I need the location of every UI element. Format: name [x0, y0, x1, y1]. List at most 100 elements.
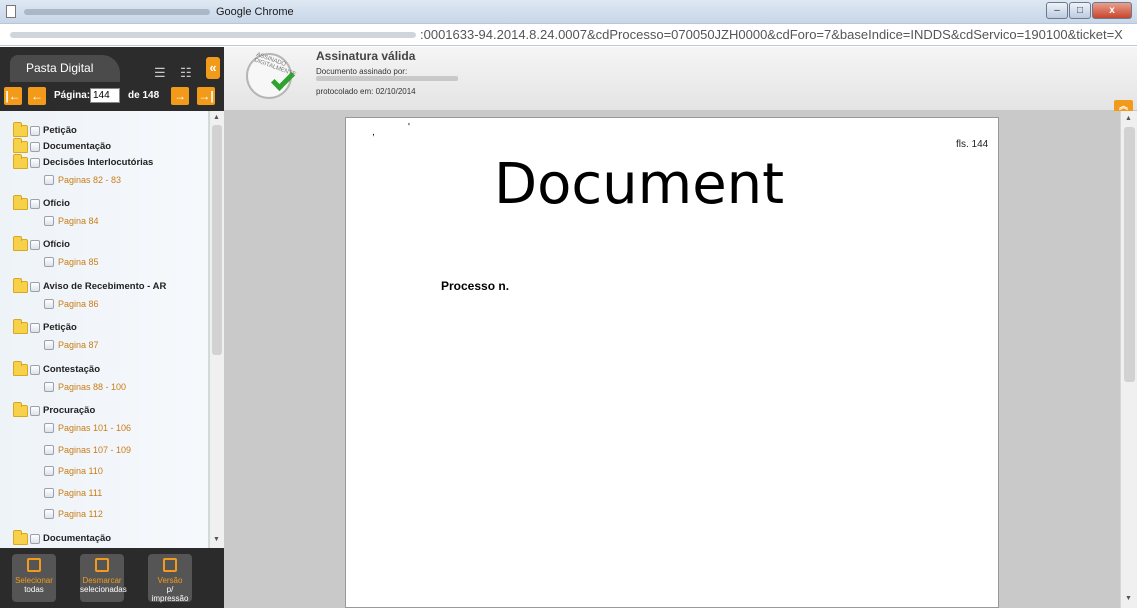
- scroll-down-icon[interactable]: ▼: [213, 536, 220, 543]
- document-viewer: , ' fls. 144 Document Processo n.: [224, 111, 1120, 608]
- folder-checkbox[interactable]: [30, 142, 40, 152]
- folder-icon: [13, 195, 28, 210]
- leaf-link[interactable]: Pagina 111: [58, 488, 102, 498]
- leaf-link[interactable]: Pagina 110: [58, 466, 103, 476]
- folder-checkbox[interactable]: [30, 282, 40, 292]
- folder-icon: [13, 122, 28, 137]
- folder-checkbox[interactable]: [30, 158, 40, 168]
- signer-label: Documento assinado por:: [316, 67, 408, 76]
- leaf-link[interactable]: Pagina 86: [58, 299, 99, 309]
- folder-checkbox[interactable]: [30, 365, 40, 375]
- leaf-checkbox[interactable]: [44, 175, 54, 185]
- button-label: selecionadas: [80, 585, 127, 594]
- button-label: Desmarcar: [82, 576, 122, 585]
- url-redacted: [10, 32, 416, 38]
- leaf-link[interactable]: Pagina 85: [58, 257, 99, 267]
- address-bar[interactable]: :0001633-94.2014.8.24.0007&cdProcesso=07…: [0, 24, 1137, 46]
- last-page-button[interactable]: →|: [197, 87, 215, 105]
- scroll-down-icon[interactable]: ▼: [1125, 595, 1132, 602]
- scroll-up-icon[interactable]: ▲: [1125, 115, 1132, 122]
- leaf-checkbox[interactable]: [44, 423, 54, 433]
- leaf-checkbox[interactable]: [44, 299, 54, 309]
- viewer-scroll-thumb[interactable]: [1124, 127, 1135, 382]
- signature-status: Assinatura válida: [316, 49, 416, 63]
- page-mark: ': [408, 122, 410, 133]
- folder-icon: [13, 138, 28, 153]
- viewer-scrollbar[interactable]: ▲ ▼: [1120, 111, 1137, 608]
- leaf-link[interactable]: Paginas 82 - 83: [58, 175, 121, 185]
- folder-checkbox[interactable]: [30, 406, 40, 416]
- leaf-link[interactable]: Pagina 87: [58, 340, 99, 350]
- folder-icon: [13, 361, 28, 376]
- document-tree: Petição Documentação Decisões Interlocut…: [0, 111, 209, 548]
- folder-checkbox[interactable]: [30, 126, 40, 136]
- page-mark: ,: [372, 127, 375, 138]
- minimize-button[interactable]: –: [1046, 2, 1068, 19]
- process-label: Processo n.: [441, 279, 510, 293]
- folder-label[interactable]: Petição: [43, 322, 77, 333]
- browser-title-bar: Google Chrome – □ x: [0, 0, 1137, 24]
- folder-label[interactable]: Contestação: [43, 364, 100, 375]
- leaf-checkbox[interactable]: [44, 509, 54, 519]
- signer-redacted: [316, 76, 458, 81]
- collapse-sidebar-button[interactable]: «: [206, 57, 220, 79]
- maximize-button[interactable]: □: [1069, 2, 1091, 19]
- deselect-button[interactable]: Desmarcar selecionadas: [80, 554, 127, 602]
- page-total-label: de 148: [128, 90, 160, 101]
- button-label: p/ impressão: [151, 585, 189, 603]
- page-number-input[interactable]: [90, 88, 120, 103]
- detail-list-icon[interactable]: ☷: [180, 66, 202, 79]
- tree-scroll-thumb[interactable]: [212, 125, 222, 355]
- folder-icon: [13, 402, 28, 417]
- tab-title-redacted: [24, 9, 210, 15]
- folder-icon: [13, 278, 28, 293]
- leaf-checkbox[interactable]: [44, 216, 54, 226]
- leaf-checkbox[interactable]: [44, 466, 54, 476]
- print-version-button[interactable]: Versão p/ impressão: [148, 554, 192, 603]
- folder-label[interactable]: Decisões Interlocutórias: [43, 157, 153, 168]
- button-label: Selecionar: [15, 576, 53, 585]
- checkbox-checked-icon: [27, 558, 41, 572]
- leaf-checkbox[interactable]: [44, 488, 54, 498]
- signature-info-bar: ASSINADO DIGITALMENTE Assinatura válida …: [224, 47, 1137, 112]
- leaf-link[interactable]: Pagina 84: [58, 216, 99, 226]
- folder-checkbox[interactable]: [30, 323, 40, 333]
- tab-pasta-digital[interactable]: Pasta Digital: [10, 55, 120, 82]
- leaf-checkbox[interactable]: [44, 257, 54, 267]
- folder-label[interactable]: Petição: [43, 125, 77, 136]
- tree-scrollbar[interactable]: ▲ ▼: [209, 111, 224, 548]
- next-page-button[interactable]: →: [171, 87, 189, 105]
- digital-seal-icon: ASSINADO DIGITALMENTE: [246, 52, 297, 99]
- button-label: todas: [24, 585, 44, 594]
- folder-icon: [13, 154, 28, 169]
- leaf-checkbox[interactable]: [44, 340, 54, 350]
- url-text[interactable]: :0001633-94.2014.8.24.0007&cdProcesso=07…: [420, 27, 1123, 42]
- document-page: , ' fls. 144 Document Processo n.: [345, 117, 999, 608]
- folder-label[interactable]: Ofício: [43, 198, 70, 209]
- leaf-link[interactable]: Paginas 101 - 106: [58, 423, 131, 433]
- leaf-checkbox[interactable]: [44, 382, 54, 392]
- leaf-link[interactable]: Paginas 107 - 109: [58, 445, 131, 455]
- folder-label[interactable]: Documentação: [43, 141, 111, 152]
- folder-checkbox[interactable]: [30, 534, 40, 544]
- button-label: Versão: [157, 576, 183, 585]
- leaf-link[interactable]: Pagina 112: [58, 509, 103, 519]
- prev-page-button[interactable]: ←: [28, 87, 46, 105]
- folder-label[interactable]: Aviso de Recebimento - AR: [43, 281, 166, 292]
- folder-label[interactable]: Documentação: [43, 533, 111, 544]
- page-icon: [6, 5, 16, 18]
- checkbox-clear-icon: [95, 558, 109, 572]
- select-all-button[interactable]: Selecionar todas: [12, 554, 56, 602]
- scroll-up-icon[interactable]: ▲: [213, 114, 220, 121]
- leaf-link[interactable]: Paginas 88 - 100: [58, 382, 126, 392]
- folder-label[interactable]: Procuração: [43, 405, 95, 416]
- sidebar-actions: Selecionar todas Desmarcar selecionadas …: [0, 548, 224, 608]
- folder-checkbox[interactable]: [30, 199, 40, 209]
- close-button[interactable]: x: [1092, 2, 1132, 19]
- leaf-checkbox[interactable]: [44, 445, 54, 455]
- compact-list-icon[interactable]: ☰: [154, 66, 176, 79]
- folder-label[interactable]: Ofício: [43, 239, 70, 250]
- folder-checkbox[interactable]: [30, 240, 40, 250]
- app-name: Google Chrome: [216, 6, 294, 18]
- first-page-button[interactable]: |←: [4, 87, 22, 105]
